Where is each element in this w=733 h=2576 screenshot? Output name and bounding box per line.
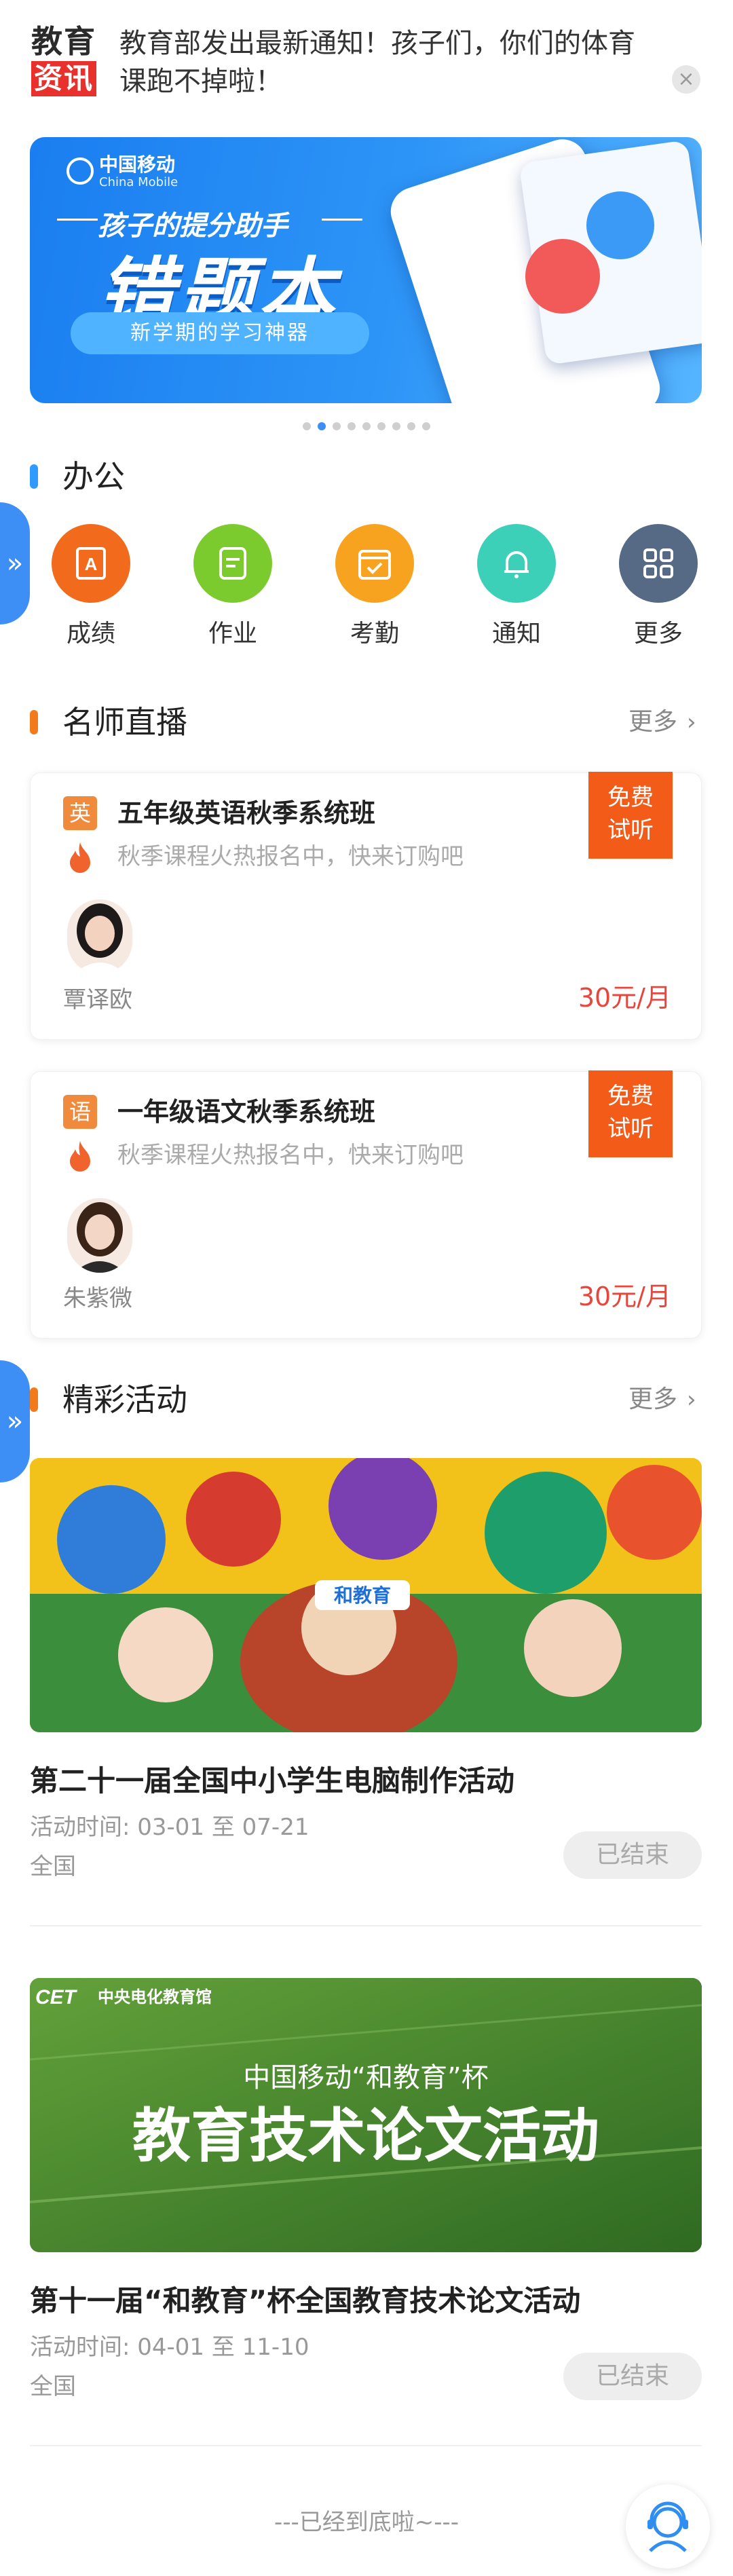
more-grid-icon (619, 524, 698, 603)
banner-pill: 新学期的学习神器 (71, 312, 369, 354)
activities-title: 精彩活动 (62, 1381, 187, 1418)
office-item-label: 通知 (491, 620, 541, 648)
divider (30, 1925, 702, 1926)
office-title: 办公 (62, 458, 125, 495)
subject-badge: 语 (63, 1095, 97, 1129)
teacher-avatar (67, 899, 132, 974)
office-section-header: 办公 (0, 455, 733, 496)
divider (30, 2445, 702, 2446)
banner-carousel[interactable]: 中国移动 China Mobile 孩子的提分助手 错题本 新学期的学习神器 (30, 137, 702, 403)
attendance-icon (335, 524, 414, 603)
carousel-dot[interactable] (377, 422, 386, 430)
subject-badge: 英 (63, 796, 97, 830)
news-logo-line1: 教育 (31, 23, 96, 60)
chevron-right-icon[interactable]: › (687, 1385, 696, 1415)
carousel-dot[interactable] (347, 422, 356, 430)
free-trial-line1: 免费 (607, 1083, 654, 1110)
office-item-label: 考勤 (350, 620, 399, 648)
svg-text:A: A (85, 554, 98, 574)
activity-image-paper[interactable]: CET 中央电化教育馆 中国移动“和教育”杯 教育技术论文活动 (30, 1978, 702, 2252)
activity-region: 全国 (30, 1853, 76, 1880)
section-bar (30, 464, 38, 489)
cet-brand: CET (35, 1986, 78, 2009)
activities-more-link[interactable]: 更多 (628, 1385, 677, 1415)
live-title: 名师直播 (62, 704, 187, 741)
cet-org: 中央电化教育馆 (98, 1987, 212, 2006)
course-card[interactable]: 语 一年级语文秋季系统班 秋季课程火热报名中，快来订购吧 朱紫微 30元/月 免… (30, 1070, 702, 1339)
activity-image-main: 教育技术论文活动 (132, 2102, 599, 2170)
carousel-dots (0, 422, 733, 430)
course-title: 五年级英语秋季系统班 (117, 798, 376, 828)
office-item-more[interactable]: 更多 (604, 524, 713, 660)
activity-title[interactable]: 第二十一届全国中小学生电脑制作活动 (30, 1761, 514, 1802)
grade-icon: A (52, 524, 130, 603)
office-item-label: 更多 (633, 620, 683, 648)
homework-icon (193, 524, 272, 603)
office-item-homework[interactable]: 作业 (178, 524, 287, 660)
free-trial-line2: 试听 (607, 817, 654, 844)
customer-service-button[interactable] (626, 2484, 710, 2569)
slogan-line-right (322, 219, 362, 221)
office-item-notice[interactable]: 通知 (462, 524, 571, 660)
activity-status-badge: 已结束 (563, 2353, 702, 2400)
bell-icon (477, 524, 556, 603)
office-item-attendance[interactable]: 考勤 (320, 524, 429, 660)
carousel-dot[interactable] (333, 422, 341, 430)
live-section-header: 名师直播 更多 › (0, 701, 733, 741)
news-logo: 教育 资讯 (31, 23, 105, 96)
banner-brand: 中国移动 China Mobile (67, 155, 178, 190)
banner-brand-en: China Mobile (99, 175, 178, 189)
live-more-link[interactable]: 更多 (628, 707, 677, 737)
course-title: 一年级语文秋季系统班 (117, 1097, 376, 1127)
free-trial-tag[interactable]: 免费 试听 (588, 772, 673, 859)
fire-icon (64, 841, 96, 878)
activity-status-badge: 已结束 (563, 1831, 702, 1879)
activities-section-header: 精彩活动 更多 › (0, 1378, 733, 1419)
section-bar (30, 1387, 38, 1412)
teacher-name: 朱紫微 (63, 1285, 132, 1312)
office-item-grade[interactable]: A 成绩 (37, 524, 145, 660)
course-subtitle: 秋季课程火热报名中，快来订购吧 (117, 843, 464, 870)
teacher-name: 覃译欧 (63, 986, 132, 1013)
course-subtitle: 秋季课程火热报名中，快来订购吧 (117, 1142, 464, 1169)
customer-service-icon (647, 2501, 688, 2552)
free-trial-tag[interactable]: 免费 试听 (588, 1070, 673, 1157)
office-grid: A 成绩 作业 考勤 通知 更多 (0, 524, 733, 660)
carousel-dot[interactable] (318, 422, 326, 430)
news-headline[interactable]: 教育部发出最新通知！孩子们，你们的体育课跑不掉啦！ (119, 24, 656, 100)
carousel-dot[interactable] (362, 422, 371, 430)
activity-image-computer[interactable]: 和教育 (30, 1458, 702, 1732)
free-trial-line1: 免费 (607, 784, 654, 811)
activity-region: 全国 (30, 2373, 76, 2400)
activity-time: 活动时间: 04-01 至 11-10 (30, 2334, 309, 2361)
activity-image-sub: 中国移动“和教育”杯 (243, 2062, 488, 2093)
section-bar (30, 710, 38, 734)
carousel-dot[interactable] (392, 422, 400, 430)
course-price: 30元/月 (578, 983, 671, 1013)
news-ticker[interactable]: 教育 资讯 教育部发出最新通知！孩子们，你们的体育课跑不掉啦！ × (0, 0, 733, 122)
teacher-avatar (67, 1198, 132, 1273)
end-of-list-text: ---已经到底啦~--- (274, 2509, 459, 2536)
office-item-label: 成绩 (66, 620, 115, 648)
carousel-dot[interactable] (407, 422, 415, 430)
activity-time: 活动时间: 03-01 至 07-21 (30, 1814, 309, 1841)
news-logo-line2: 资讯 (31, 61, 97, 96)
activity-image-caption: 和教育 (334, 1584, 391, 1607)
disc-illustration-red (525, 239, 600, 314)
carousel-dot[interactable] (422, 422, 430, 430)
slogan-line-left (57, 219, 98, 221)
activity-title[interactable]: 第十一届“和教育”杯全国教育技术论文活动 (30, 2281, 580, 2321)
course-card[interactable]: 英 五年级英语秋季系统班 秋季课程火热报名中，快来订购吧 覃译欧 30元/月 免… (30, 772, 702, 1040)
office-item-label: 作业 (208, 620, 257, 648)
chevron-right-icon[interactable]: › (687, 707, 696, 737)
free-trial-line2: 试听 (607, 1115, 654, 1142)
disc-illustration-blue (586, 191, 654, 259)
carousel-dot[interactable] (303, 422, 311, 430)
fire-icon (64, 1140, 96, 1176)
course-price: 30元/月 (578, 1282, 671, 1311)
close-icon[interactable]: × (672, 65, 700, 94)
